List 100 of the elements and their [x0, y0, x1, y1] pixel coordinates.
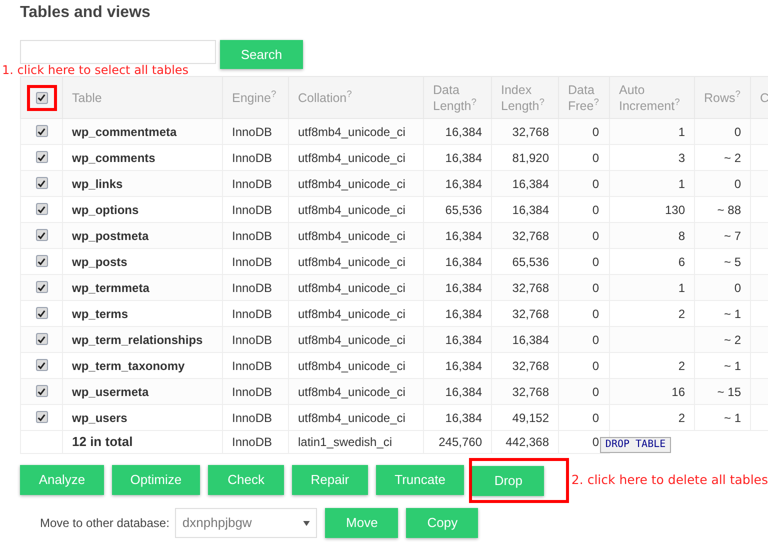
column-header: Auto Increment$^{?}$ [619, 82, 680, 112]
search-button[interactable]: Search [220, 40, 303, 69]
table-cell: 0 [734, 176, 741, 190]
table-cell: 32,768 [512, 124, 549, 138]
table-cell: utf8mb4_unicode_ci [298, 228, 406, 242]
caret-icon [303, 520, 310, 526]
checkbox[interactable] [36, 281, 48, 293]
table-cell: utf8mb4_unicode_ci [298, 124, 406, 138]
checkbox[interactable] [36, 255, 48, 267]
table-cell: 0 [592, 358, 599, 372]
table-name: wp_term_taxonomy [72, 358, 185, 372]
checkbox[interactable] [36, 359, 48, 371]
total-label: 12 in total [72, 434, 133, 450]
table-name: wp_postmeta [72, 228, 149, 242]
checkbox[interactable] [36, 385, 48, 397]
table-cell: 6 [678, 254, 685, 268]
annotation: 2. click here to delete all tables [571, 470, 768, 489]
table-name: wp_comments [72, 150, 156, 164]
table-cell: 1 [678, 176, 685, 190]
table-cell: 16,384 [512, 202, 549, 216]
table-cell: 0 [592, 254, 599, 268]
table-cell: 16,384 [445, 176, 482, 190]
table-cell: 49,152 [512, 410, 549, 424]
table-cell: utf8mb4_unicode_ci [298, 410, 406, 424]
database-dropdown[interactable]: dxnphpjbgw [175, 508, 318, 538]
checkbox[interactable] [36, 307, 48, 319]
table-cell: 16,384 [445, 280, 482, 294]
checkbox[interactable] [36, 411, 48, 423]
table-cell: utf8mb4_unicode_ci [298, 150, 406, 164]
action-button[interactable]: Check [208, 465, 284, 495]
table-cell: InnoDB [232, 150, 272, 164]
checkbox[interactable] [36, 125, 48, 137]
table-cell: latin1_swedish_ci [298, 435, 392, 449]
checkbox[interactable] [36, 92, 48, 104]
table-cell: InnoDB [232, 280, 272, 294]
action-button[interactable]: Truncate [376, 465, 464, 495]
table-cell: 130 [664, 202, 685, 216]
checkbox[interactable] [36, 151, 48, 163]
move-button[interactable]: Move [325, 508, 398, 538]
table-cell: 16,384 [445, 124, 482, 138]
action-button[interactable]: Optimize [112, 465, 200, 495]
column-header: Data Length$^{?}$ [433, 82, 476, 112]
table-cell: 16,384 [445, 358, 482, 372]
table-name: wp_term_relationships [72, 332, 203, 346]
table-cell: utf8mb4_unicode_ci [298, 176, 406, 190]
table-name: wp_options [72, 202, 139, 216]
search-field[interactable] [20, 40, 216, 64]
table-cell: 0 [592, 384, 599, 398]
table-cell: InnoDB [232, 176, 272, 190]
table-cell: 0 [592, 124, 599, 138]
table-cell: 0 [592, 176, 599, 190]
table-name: wp_usermeta [72, 384, 149, 398]
table-cell: InnoDB [232, 410, 272, 424]
table-cell: 442,368 [506, 435, 549, 449]
table-cell: InnoDB [232, 124, 272, 138]
checkbox[interactable] [36, 333, 48, 345]
table-cell: utf8mb4_unicode_ci [298, 306, 406, 320]
table-cell: InnoDB [232, 332, 272, 346]
checkbox[interactable] [36, 229, 48, 241]
table-cell: 16,384 [445, 306, 482, 320]
table-cell: InnoDB [232, 358, 272, 372]
checkbox[interactable] [36, 203, 48, 215]
table-cell: 1 [678, 124, 685, 138]
table-cell: ~ 88 [717, 202, 741, 216]
table-cell: 0 [592, 150, 599, 164]
table-cell: utf8mb4_unicode_ci [298, 254, 406, 268]
table-cell: 16,384 [445, 384, 482, 398]
table-cell: 16,384 [445, 150, 482, 164]
table-cell: ~ 2 [724, 150, 741, 164]
table-cell: 32,768 [512, 280, 549, 294]
table-cell: 65,536 [445, 202, 482, 216]
action-button[interactable]: Analyze [20, 465, 104, 495]
table-cell: 1 [678, 280, 685, 294]
action-button[interactable]: Drop [472, 466, 544, 496]
column-header: Rows$^{?}$ [704, 90, 740, 104]
table-cell: InnoDB [232, 306, 272, 320]
table-cell: 0 [592, 410, 599, 424]
table-cell: 2 [678, 306, 685, 320]
table-cell: InnoDB [232, 435, 272, 449]
table-cell: InnoDB [232, 254, 272, 268]
table-cell: utf8mb4_unicode_ci [298, 384, 406, 398]
table-cell: InnoDB [232, 228, 272, 242]
copy-button[interactable]: Copy [406, 508, 478, 538]
table-name: wp_termmeta [72, 280, 150, 294]
tooltip: DROP TABLE [600, 436, 671, 452]
checkbox[interactable] [36, 177, 48, 189]
table-cell: ~ 1 [724, 410, 741, 424]
table-cell: 81,920 [512, 150, 549, 164]
table-cell: ~ 5 [724, 254, 741, 268]
table-cell: 0 [592, 332, 599, 346]
table-cell: ~ 15 [717, 384, 741, 398]
table-cell: 0 [592, 280, 599, 294]
table-cell: 0 [734, 124, 741, 138]
table-cell: utf8mb4_unicode_ci [298, 332, 406, 346]
field-label: Move to other database: [40, 515, 170, 532]
table-cell: 16,384 [512, 176, 549, 190]
table-name: wp_links [72, 176, 123, 190]
table-name: wp_terms [72, 306, 128, 320]
table-cell: utf8mb4_unicode_ci [298, 202, 406, 216]
action-button[interactable]: Repair [292, 465, 368, 495]
